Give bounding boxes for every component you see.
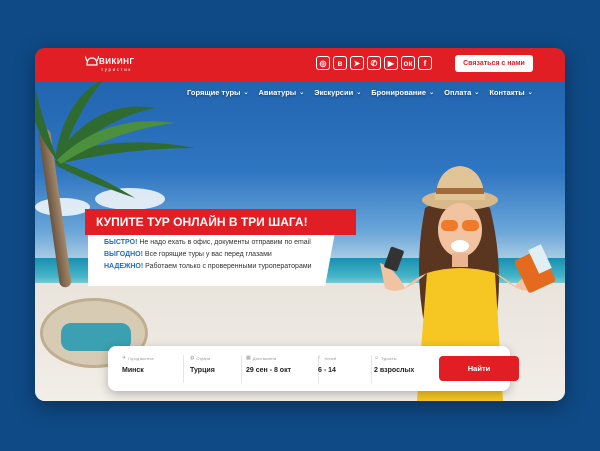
- odnoklassniki-icon[interactable]: ок: [401, 56, 415, 70]
- departure-date-field[interactable]: ▦ Дата вылета 29 сен - 8 окт: [246, 355, 319, 383]
- main-nav: Горящие туры ⌄ Авиатуры ⌄ Экскурсии ⌄ Брони…: [187, 88, 533, 97]
- field-label: Туристы: [381, 355, 397, 361]
- nav-item-booking[interactable]: Бронирование ⌄: [371, 88, 434, 97]
- facebook-icon[interactable]: f: [418, 56, 432, 70]
- viking-helmet-icon: [85, 55, 99, 66]
- nav-item-excursions[interactable]: Экскурсии ⌄: [314, 88, 361, 97]
- nav-item-label: Контакты: [489, 88, 525, 97]
- field-label: Дата вылета: [252, 355, 277, 361]
- cloud: [35, 198, 90, 216]
- calendar-icon: ▦: [246, 355, 251, 361]
- top-header-bar: ВИКИНГ туристик ◎ в ➤ ✆ ▶ ок f Связаться…: [35, 48, 565, 81]
- benefit-title: НАДЕЖНО!: [104, 263, 144, 270]
- nav-item-label: Авиатуры: [258, 88, 297, 97]
- logo-subtitle-text: туристик: [101, 67, 132, 72]
- search-button[interactable]: Найти: [439, 356, 519, 381]
- nav-item-label: Экскурсии: [314, 88, 354, 97]
- benefit-text: Не надо ехать в офис, документы отправим…: [137, 239, 311, 246]
- vk-icon[interactable]: в: [333, 56, 347, 70]
- benefit-reliable: НАДЕЖНО! Работаем только с проверенными …: [104, 263, 335, 270]
- benefit-fast: БЫСТРО! Не надо ехать в офис, документы …: [104, 239, 335, 246]
- telegram-icon[interactable]: ➤: [350, 56, 364, 70]
- nav-item-contacts[interactable]: Контакты ⌄: [489, 88, 532, 97]
- benefit-text: Работаем только с проверенными туроперат…: [143, 263, 312, 270]
- field-value: 2 взрослых: [374, 367, 415, 374]
- field-value: 29 сен - 8 окт: [246, 367, 292, 374]
- field-value: Минск: [122, 367, 144, 374]
- benefits-box: БЫСТРО! Не надо ехать в офис, документы …: [88, 232, 335, 286]
- tourists-field[interactable]: ☺ Туристы 2 взрослых: [374, 355, 436, 383]
- chevron-down-icon: ⌄: [243, 90, 249, 96]
- globe-icon: ◍: [190, 355, 195, 361]
- chevron-down-icon: ⌄: [356, 90, 362, 96]
- benefit-title: ВЫГОДНО!: [104, 251, 143, 258]
- contact-us-button[interactable]: Связаться с нами: [455, 55, 533, 72]
- hero-headline: КУПИТЕ ТУР ОНЛАЙН В ТРИ ШАГА!: [85, 209, 356, 235]
- chevron-down-icon: ⌄: [299, 90, 305, 96]
- viber-icon[interactable]: ✆: [367, 56, 381, 70]
- user-icon: ☺: [374, 355, 380, 361]
- tour-search-bar: ✈ Город вылета Минск ◍ Страна Турция ▦ Дата…: [108, 346, 519, 391]
- field-value: 6 - 14: [318, 367, 336, 374]
- departure-city-field[interactable]: ✈ Город вылета Минск: [122, 355, 184, 383]
- nav-item-hot-tours[interactable]: Горящие туры ⌄: [187, 88, 248, 97]
- palm-leaves-image: [35, 78, 195, 198]
- moon-icon: ☾: [318, 355, 323, 361]
- instagram-icon[interactable]: ◎: [316, 56, 330, 70]
- nav-item-label: Горящие туры: [187, 88, 241, 97]
- benefit-profitable: ВЫГОДНО! Все горящие туры у вас перед гл…: [104, 251, 335, 258]
- youtube-icon[interactable]: ▶: [384, 56, 398, 70]
- company-logo[interactable]: ВИКИНГ туристик: [85, 54, 155, 76]
- nights-field[interactable]: ☾ Ночей 6 - 14: [318, 355, 372, 383]
- website-window: ВИКИНГ туристик ◎ в ➤ ✆ ▶ ок f Связаться…: [35, 48, 565, 401]
- field-value: Турция: [190, 367, 215, 374]
- nav-item-air-tours[interactable]: Авиатуры ⌄: [258, 88, 304, 97]
- field-label: Ночей: [324, 355, 337, 361]
- benefit-text: Все горящие туры у вас перед глазами: [142, 251, 272, 258]
- chevron-down-icon: ⌄: [474, 90, 480, 96]
- chevron-down-icon: ⌄: [429, 90, 435, 96]
- country-field[interactable]: ◍ Страна Турция: [190, 355, 242, 383]
- chevron-down-icon: ⌄: [527, 90, 533, 96]
- field-label: Страна: [196, 355, 210, 361]
- nav-item-label: Оплата: [444, 88, 472, 97]
- benefit-title: БЫСТРО!: [104, 239, 138, 246]
- logo-brand-text: ВИКИНГ: [99, 57, 135, 66]
- plane-icon: ✈: [122, 355, 127, 361]
- social-links: ◎ в ➤ ✆ ▶ ок f: [316, 56, 432, 70]
- nav-item-payment[interactable]: Оплата ⌄: [444, 88, 479, 97]
- nav-item-label: Бронирование: [371, 88, 427, 97]
- field-label: Город вылета: [128, 355, 154, 361]
